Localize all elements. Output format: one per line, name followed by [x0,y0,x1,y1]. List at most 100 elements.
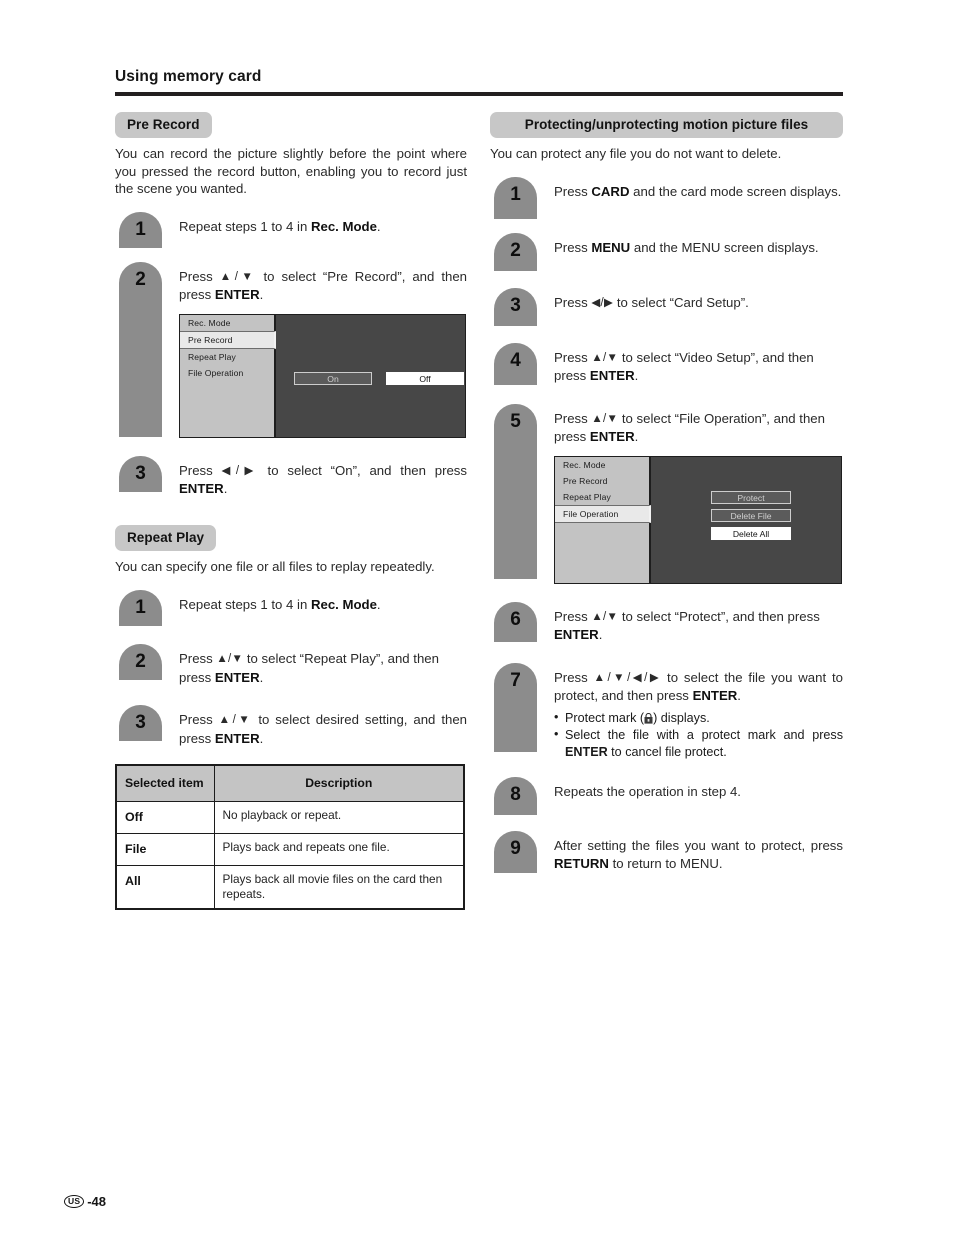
step-pre-record-2: 2 Press ▲/▼ to select “Pre Record”, and … [115,261,468,438]
left-column: Pre Record You can record the picture sl… [115,112,467,910]
step-number-badge: 3 [119,705,162,741]
step-number-badge: 4 [494,342,537,385]
manual-page: Using memory card Pre Record You can rec… [0,0,954,1235]
section-heading-repeat-play: Repeat Play [115,524,217,551]
key-enter: ENTER [565,744,608,759]
section-repeat-play: Repeat Play You can specify one file or … [115,524,467,910]
step-pre-record-1: 1 Repeat steps 1 to 4 in Rec. Mode. [115,211,467,248]
step-protect-1: 1 Press CARD and the card mode screen di… [490,176,843,219]
menu-item: Rec. Mode [188,317,231,328]
menu-item-list: Rec. Mode Pre Record Repeat Play File Op… [555,456,651,583]
menu-option-protect: Protect [711,490,791,504]
region-mark: US [64,1195,85,1208]
menu-option-on: On [294,371,372,385]
page-title: Using memory card [115,68,262,85]
step-repeat-play-1: 1 Repeat steps 1 to 4 in Rec. Mode. [115,590,467,626]
step-repeat-play-3: 3 Press ▲/▼ to select desired setting, a… [115,705,467,748]
menu-option-delete-all: Delete All [711,526,791,540]
menu-item: Pre Record [563,475,608,486]
step-text: Press ▲/▼ to select desired setting, and… [179,712,468,746]
right-column: Protecting/unprotecting motion picture f… [490,112,843,874]
section-heading-pre-record: Pre Record [115,112,212,138]
note-text-end: to cancel file protect. [607,744,727,759]
menu-item: Repeat Play [188,351,236,362]
menu-screenshot-file-operation: Rec. Mode Pre Record Repeat Play File Op… [554,455,842,584]
step-text: Press MENU and the MENU screen displays. [554,239,819,255]
step-protect-2: 2 Press MENU and the MENU screen display… [490,232,843,271]
table-header-row: Selected item Description [115,764,465,802]
table-row: File Plays back and repeats one file. [115,833,465,866]
step-text: Press ▲/▼ to select “Pre Record”, and th… [179,268,468,303]
step-text: Press ◀/▶ to select “On”, and then press… [179,462,467,497]
menu-item: Repeat Play [563,491,611,502]
note-protect-mark: Protect mark ( ) displays. [554,709,843,727]
step-protect-3: 3 Press ◀/▶ to select “Card Setup”. [490,287,843,326]
page-number: -48 [87,1194,107,1209]
table-cell-description: Plays back and repeats one file. [213,833,465,866]
step-text: Press ▲/▼/◀/▶ to select the file you wan… [554,669,844,704]
step-number-badge: 2 [494,232,537,271]
lock-icon [644,712,653,724]
menu-options-panel: On Off [276,315,465,437]
section-intro-repeat-play: You can specify one file or all files to… [115,558,435,574]
table-header-description: Description [213,764,465,802]
step-number-badge: 2 [119,261,162,437]
step-text: Press ▲/▼ to select “Video Setup”, and t… [554,349,814,384]
step-number-badge: 1 [119,590,162,626]
step-text: Press ▲/▼ to select “Repeat Play”, and t… [179,651,439,685]
repeat-play-table: Selected item Description Off No playbac… [115,764,465,910]
step-number-badge: 3 [494,287,537,326]
step-number-badge: 1 [494,176,537,219]
menu-option-off: Off [386,371,464,385]
step-repeat-play-2: 2 Press ▲/▼ to select “Repeat Play”, and… [115,644,467,687]
page-footer: US -48 [64,1194,106,1209]
step-number-badge: 8 [494,776,537,815]
menu-item: Rec. Mode [563,459,606,470]
step-protect-8: 8 Repeats the operation in step 4. [490,776,843,815]
step-protect-9: 9 After setting the files you want to pr… [490,830,843,874]
header-rule [115,92,843,96]
table-row: All Plays back all movie files on the ca… [115,865,465,910]
step-number-badge: 3 [119,455,162,492]
section-pre-record: Pre Record You can record the picture sl… [115,112,467,499]
step-pre-record-3: 3 Press ◀/▶ to select “On”, and then pre… [115,455,467,499]
step-number-badge: 6 [494,601,537,642]
menu-option-delete-file: Delete File [711,508,791,522]
section-intro-pre-record: You can record the picture slightly befo… [115,146,467,196]
step-number-badge: 5 [494,403,537,579]
table-row: Off No playback or repeat. [115,801,465,834]
step-number-badge: 7 [494,662,537,752]
menu-screenshot-pre-record: Rec. Mode Pre Record Repeat Play File Op… [179,313,466,438]
step-text: Repeats the operation in step 4. [554,783,741,799]
table-cell-item: File [115,833,215,866]
note-text-prefix: Protect mark ( [565,710,645,725]
table-cell-item: All [115,865,215,910]
section-heading-protecting: Protecting/unprotecting motion picture f… [490,112,843,138]
table-header-selected-item: Selected item [115,764,215,802]
step-text: Press CARD and the card mode screen disp… [554,183,842,199]
step-7-notes: Protect mark ( ) displays. Select the fil… [554,709,843,761]
menu-item-list: Rec. Mode Pre Record Repeat Play File Op… [180,314,276,437]
note-text: Select the file with a protect mark and … [565,727,843,742]
step-number-badge: 1 [119,211,162,248]
step-text: Repeat steps 1 to 4 in Rec. Mode. [179,597,381,612]
table-cell-description: No playback or repeat. [213,801,465,834]
table-cell-description: Plays back all movie files on the card t… [213,865,465,910]
step-protect-4: 4 Press ▲/▼ to select “Video Setup”, and… [490,342,843,386]
menu-item-selected: Pre Record [180,330,276,349]
note-text-suffix: ) displays. [653,710,710,725]
step-text: Repeat steps 1 to 4 in Rec. Mode. [179,218,381,234]
step-text: After setting the files you want to prot… [554,837,843,872]
step-number-badge: 9 [494,830,537,873]
menu-item: File Operation [188,367,244,378]
menu-options-panel: Protect Delete File Delete All [651,457,841,583]
step-text: Press ▲/▼ to select “File Operation”, an… [554,410,825,445]
menu-item-selected: File Operation [555,504,651,523]
step-text: Press ▲/▼ to select “Protect”, and then … [554,608,820,643]
step-text: Press ◀/▶ to select “Card Setup”. [554,294,749,310]
step-protect-7: 7 Press ▲/▼/◀/▶ to select the file you w… [490,662,844,761]
section-intro-protecting: You can protect any file you do not want… [490,146,782,161]
step-protect-5: 5 Press ▲/▼ to select “File Operation”, … [490,403,843,584]
step-number-badge: 2 [119,644,162,680]
step-protect-6: 6 Press ▲/▼ to select “Protect”, and the… [490,601,843,645]
